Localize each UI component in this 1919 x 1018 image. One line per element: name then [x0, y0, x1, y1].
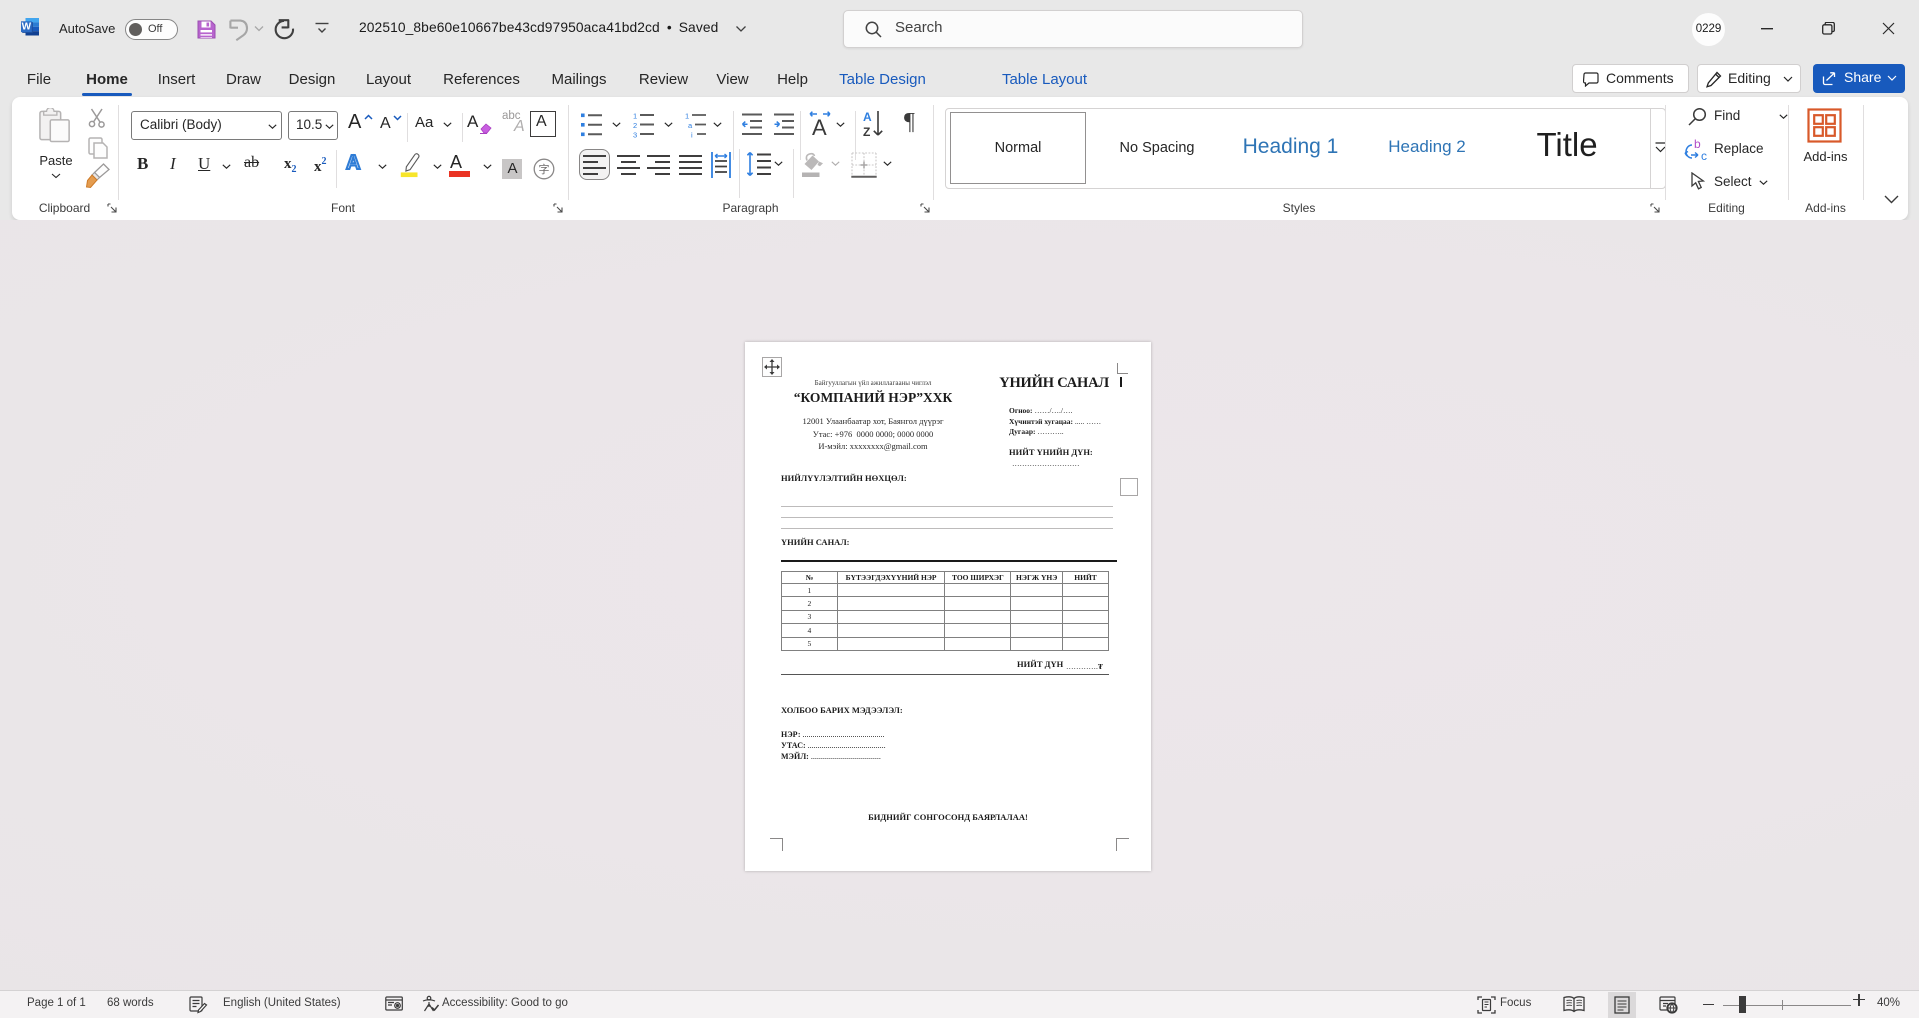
svg-text:1: 1 — [685, 112, 689, 121]
svg-text:b: b — [1694, 139, 1701, 151]
svg-text:3: 3 — [633, 131, 637, 139]
svg-text:c: c — [1701, 149, 1707, 161]
svg-text:Z: Z — [863, 125, 870, 138]
svg-text:A: A — [812, 115, 827, 137]
svg-text:A: A — [863, 110, 872, 124]
svg-text:a: a — [688, 121, 693, 130]
svg-text:1: 1 — [633, 112, 637, 121]
svg-text:i: i — [691, 131, 693, 139]
svg-text:2: 2 — [633, 121, 637, 130]
svg-text:字: 字 — [539, 162, 550, 176]
svg-text:W: W — [22, 22, 32, 33]
